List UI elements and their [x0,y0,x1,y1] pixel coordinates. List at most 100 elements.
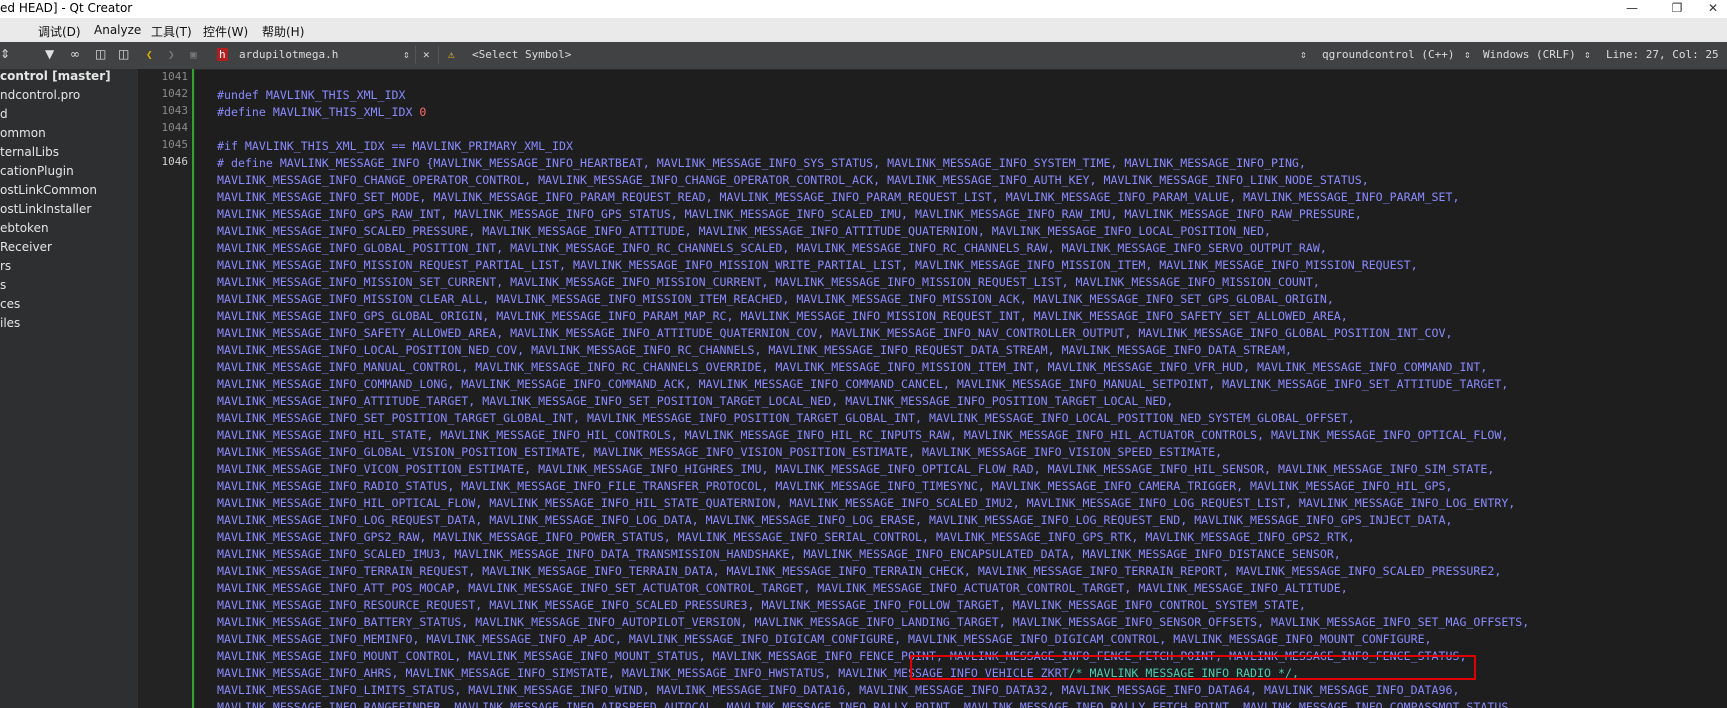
symbol-selector[interactable]: <Select Symbol> [472,48,571,61]
code-text: MAVLINK_MESSAGE_INFO_ATT_POS_MOCAP, MAVL… [217,581,1348,595]
menu-analyze[interactable]: Analyze [94,23,141,37]
code-line: #define MAVLINK_THIS_XML_IDX 0 [217,104,426,121]
code-line: MAVLINK_MESSAGE_INFO_LOCAL_POSITION_NED_… [217,342,1292,359]
code-text: MAVLINK_MESSAGE_INFO_MISSION_REQUEST_PAR… [217,258,1418,272]
menu-controls[interactable]: 控件(W) [203,23,248,40]
project-dropdown-chevron-icon[interactable]: ⇕ [1300,48,1307,61]
line-number-current: 1046 [161,155,189,168]
code-text: MAVLINK_MESSAGE_INFO_ATTITUDE_TARGET, MA… [217,394,1174,408]
code-text: MAVLINK_MESSAGE_INFO_MISSION_CLEAR_ALL, … [217,292,1334,306]
line-number-gutter: 1041 1042 1043 1044 1045 1046 [138,69,195,708]
tree-item[interactable]: iles [0,316,20,334]
back-arrow-icon[interactable]: ❮ [146,48,153,61]
tree-item[interactable]: ostLinkCommon [0,183,97,201]
project-selector[interactable]: qgroundcontrol (C++) [1322,48,1454,61]
line-number: 1044 [161,121,189,134]
code-line: MAVLINK_MESSAGE_INFO_MISSION_CLEAR_ALL, … [217,291,1334,308]
cursor-position[interactable]: Line: 27, Col: 25 [1606,48,1719,61]
code-line: MAVLINK_MESSAGE_INFO_ATTITUDE_TARGET, MA… [217,393,1173,410]
file-dropdown-chevron-icon[interactable]: ⇕ [403,48,410,61]
tree-item[interactable]: ces [0,297,20,315]
filter-icon[interactable]: ▼ [45,47,54,61]
forward-arrow-icon[interactable]: ❯ [168,48,175,61]
code-line: MAVLINK_MESSAGE_INFO_SCALED_IMU3, MAVLIN… [217,546,1341,563]
code-text: MAVLINK_MESSAGE_INFO_MEMINFO, MAVLINK_ME… [217,632,1432,646]
lock-icon: ▣ [190,48,197,61]
code-line: MAVLINK_MESSAGE_INFO_MEMINFO, MAVLINK_ME… [217,631,1432,648]
code-text: MAVLINK_MESSAGE_INFO_SET_MODE, MAVLINK_M… [217,190,1460,204]
code-line: MAVLINK_MESSAGE_INFO_COMMAND_LONG, MAVLI… [217,376,1508,393]
split-icon[interactable]: ◫ [95,47,106,61]
menu-debug[interactable]: 调试(D) [38,23,81,40]
code-text: MAVLINK_MESSAGE_INFO_SCALED_PRESSURE, MA… [217,224,1271,238]
code-line: MAVLINK_MESSAGE_INFO_VICON_POSITION_ESTI… [217,461,1494,478]
menu-tools[interactable]: 工具(T) [151,23,192,40]
code-line: MAVLINK_MESSAGE_INFO_RESOURCE_REQUEST, M… [217,597,1306,614]
code-text: MAVLINK_MESSAGE_INFO_GPS2_RAW, MAVLINK_M… [217,530,1355,544]
code-text: MAVLINK_MESSAGE_INFO_TERRAIN_REQUEST, MA… [217,564,1502,578]
code-line: MAVLINK_MESSAGE_INFO_MISSION_REQUEST_PAR… [217,257,1418,274]
menu-bar: 调试(D) Analyze 工具(T) 控件(W) 帮助(H) [0,18,1727,42]
code-text: MAVLINK_MESSAGE_INFO_SET_POSITION_TARGET… [217,411,1355,425]
code-line: MAVLINK_MESSAGE_INFO_LIMITS_STATUS, MAVL… [217,682,1459,699]
code-text: #if MAVLINK_THIS_XML_IDX == MAVLINK_PRIM… [217,139,573,153]
code-line: MAVLINK_MESSAGE_INFO_HIL_STATE, MAVLINK_… [217,427,1508,444]
code-line: MAVLINK_MESSAGE_INFO_GLOBAL_VISION_POSIT… [217,444,1222,461]
code-line: MAVLINK_MESSAGE_INFO_CHANGE_OPERATOR_CON… [217,172,1369,189]
link-icon[interactable]: ∞ [70,47,80,61]
code-line: MAVLINK_MESSAGE_INFO_SAFETY_ALLOWED_AREA… [217,325,1452,342]
code-text: MAVLINK_MESSAGE_INFO_CHANGE_OPERATOR_CON… [217,173,1369,187]
change-marker-bar [192,69,194,708]
tree-item[interactable]: cationPlugin [0,164,74,182]
close-icon[interactable]: ✕ [1698,0,1727,18]
code-text: MAVLINK_MESSAGE_INFO_HIL_OPTICAL_FLOW, M… [217,496,1516,510]
code-text: MAVLINK_MESSAGE_INFO_GPS_RAW_INT, MAVLIN… [217,207,1362,221]
code-text: MAVLINK_MESSAGE_INFO_RESOURCE_REQUEST, M… [217,598,1306,612]
code-line: MAVLINK_MESSAGE_INFO_TERRAIN_REQUEST, MA… [217,563,1501,580]
code-line: MAVLINK_MESSAGE_INFO_SCALED_PRESSURE, MA… [217,223,1271,240]
code-line: MAVLINK_MESSAGE_INFO_RADIO_STATUS, MAVLI… [217,478,1452,495]
code-line: MAVLINK_MESSAGE_INFO_GLOBAL_POSITION_INT… [217,240,1327,257]
title-bar: ed HEAD] - Qt Creator — ❐ ✕ [0,0,1727,18]
line-ending-dropdown-chevron-icon[interactable]: ⇕ [1464,48,1471,61]
code-text: MAVLINK_MESSAGE_INFO_COMMAND_LONG, MAVLI… [217,377,1509,391]
sidebar-toolbar: ⇕ ▼ ∞ ◫ ◫ [0,42,138,70]
code-line: MAVLINK_MESSAGE_INFO_ATT_POS_MOCAP, MAVL… [217,580,1348,597]
code-text: MAVLINK_MESSAGE_INFO_MANUAL_CONTROL, MAV… [217,360,1488,374]
code-text: MAVLINK_MESSAGE_INFO_LOCAL_POSITION_NED_… [217,343,1292,357]
code-line: MAVLINK_MESSAGE_INFO_SET_POSITION_TARGET… [217,410,1355,427]
line-number: 1043 [161,104,189,117]
sidebar-selector-chevron-icon[interactable]: ⇕ [0,47,10,61]
restore-icon[interactable]: ❐ [1662,0,1692,18]
tree-item[interactable]: Receiver [0,240,52,258]
code-text: #undef MAVLINK_THIS_XML_IDX [217,88,406,102]
tree-item[interactable]: ostLinkInstaller [0,202,91,220]
close-sidebar-icon[interactable]: ◫ [118,47,129,61]
menu-help[interactable]: 帮助(H) [262,23,304,40]
line-number: 1042 [161,87,189,100]
file-name[interactable]: ardupilotmega.h [239,48,338,61]
code-line: MAVLINK_MESSAGE_INFO_LOG_REQUEST_DATA, M… [217,512,1452,529]
tree-item[interactable]: rs [0,259,11,277]
cursor-dropdown-chevron-icon[interactable]: ⇕ [1584,48,1591,61]
tree-item[interactable]: s [0,278,6,296]
close-document-icon[interactable]: ✕ [423,48,430,61]
header-file-icon: h [217,48,228,61]
tree-item[interactable]: ommon [0,126,46,144]
tree-item-project[interactable]: control [master] [0,69,111,87]
tree-item[interactable]: ternalLibs [0,145,59,163]
warning-icon: ⚠ [448,48,455,61]
code-line: MAVLINK_MESSAGE_INFO_SET_MODE, MAVLINK_M… [217,189,1459,206]
line-ending-selector[interactable]: Windows (CRLF) [1483,48,1576,61]
code-text: MAVLINK_MESSAGE_INFO_MISSION_SET_CURRENT… [217,275,1320,289]
code-text: # define MAVLINK_MESSAGE_INFO {MAVLINK_M… [217,156,1306,170]
annotation-highlight-box [910,655,1476,680]
code-text: MAVLINK_MESSAGE_INFO_SCALED_IMU3, MAVLIN… [217,547,1341,561]
line-number: 1041 [161,70,189,83]
tree-item[interactable]: ebtoken [0,221,49,239]
code-line: #undef MAVLINK_THIS_XML_IDX [217,87,405,104]
code-editor[interactable]: #undef MAVLINK_THIS_XML_IDX #define MAVLI… [217,69,1727,708]
tree-item[interactable]: ndcontrol.pro [0,88,80,106]
tree-item[interactable]: d [0,107,8,125]
minimize-icon[interactable]: — [1617,0,1647,18]
